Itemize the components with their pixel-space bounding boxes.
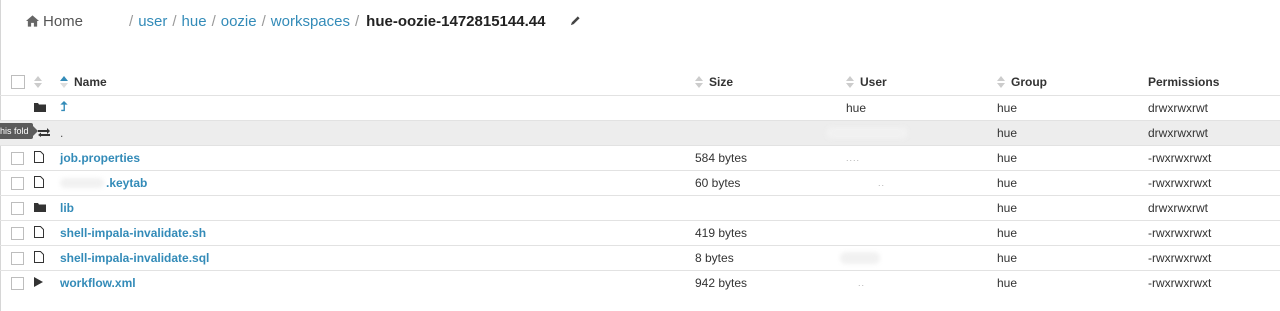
home-label: Home: [43, 12, 84, 30]
type-sort[interactable]: [34, 69, 42, 95]
user-column-header[interactable]: User: [846, 69, 887, 95]
permissions-column-header[interactable]: Permissions: [1148, 69, 1219, 95]
breadcrumb: Home / user / hue / oozie / workspaces /…: [26, 12, 582, 30]
row-user: ..: [858, 278, 866, 288]
file-link[interactable]: workflow.xml: [60, 276, 136, 290]
breadcrumb-separator: /: [261, 12, 266, 30]
file-link[interactable]: .keytab: [106, 176, 147, 190]
swap-icon: [38, 126, 50, 140]
row-checkbox[interactable]: [11, 226, 24, 240]
table-row[interactable]: .keytab 60 bytes .. hue -rwxrwxrwxt: [0, 170, 1280, 195]
row-permissions: drwxrwxrwt: [1148, 126, 1208, 140]
row-group: hue: [997, 276, 1018, 290]
table-row[interactable]: hue hue drwxrwxrwt: [0, 95, 1280, 120]
breadcrumb-separator: /: [211, 12, 216, 30]
table-row[interactable]: job.properties 584 bytes .... hue -rwxrw…: [0, 145, 1280, 170]
redacted-user: [826, 127, 908, 139]
row-permissions: -rwxrwxrwxt: [1148, 251, 1212, 265]
row-group: hue: [997, 151, 1018, 165]
row-group: hue: [997, 201, 1018, 215]
row-checkbox[interactable]: [11, 201, 24, 215]
row-group: hue: [997, 101, 1018, 115]
size-column-header[interactable]: Size: [695, 69, 733, 95]
file-icon: [34, 250, 44, 266]
row-group: hue: [997, 226, 1018, 240]
row-group: hue: [997, 126, 1018, 140]
home-link[interactable]: Home: [26, 13, 83, 30]
folder-icon: [34, 101, 46, 115]
breadcrumb-separator: /: [172, 12, 177, 30]
permissions-header-label: Permissions: [1148, 75, 1220, 89]
sort-icon: [997, 76, 1005, 88]
breadcrumb-separator: /: [354, 12, 360, 30]
row-permissions: drwxrwxrwt: [1148, 201, 1208, 215]
table-row[interactable]: workflow.xml 942 bytes .. hue -rwxrwxrwx…: [0, 270, 1280, 295]
table-header: Name Size User Group Permissions: [0, 69, 1280, 95]
breadcrumb-current: hue-oozie-1472815144.44: [366, 12, 546, 30]
row-group: hue: [997, 176, 1018, 190]
folder-icon: [34, 201, 46, 215]
file-link[interactable]: shell-impala-invalidate.sql: [60, 251, 209, 265]
parent-directory-link[interactable]: [60, 96, 68, 120]
file-link[interactable]: job.properties: [60, 151, 140, 165]
row-size: 60 bytes: [695, 176, 741, 190]
sort-asc-icon: [60, 76, 68, 88]
breadcrumb-workspaces[interactable]: workspaces: [271, 13, 350, 30]
table-row[interactable]: shell-impala-invalidate.sql 8 bytes hue …: [0, 245, 1280, 270]
pencil-icon[interactable]: [570, 15, 582, 27]
table-row[interactable]: lib hue drwxrwxrwt: [0, 195, 1280, 220]
tooltip: his fold: [0, 123, 37, 139]
row-permissions: -rwxrwxrwxt: [1148, 276, 1212, 290]
row-permissions: -rwxrwxrwxt: [1148, 176, 1212, 190]
file-link[interactable]: shell-impala-invalidate.sh: [60, 226, 206, 240]
row-permissions: -rwxrwxrwxt: [1148, 151, 1212, 165]
sort-icon: [695, 76, 703, 88]
level-up-icon: [60, 101, 68, 115]
current-folder-link[interactable]: .: [60, 126, 63, 140]
group-column-header[interactable]: Group: [997, 69, 1047, 95]
row-size: 8 bytes: [695, 251, 734, 265]
row-checkbox[interactable]: [11, 176, 24, 190]
play-icon: [34, 276, 43, 290]
row-group: hue: [997, 251, 1018, 265]
breadcrumb-hue[interactable]: hue: [182, 13, 207, 30]
breadcrumb-separator: /: [129, 12, 134, 30]
group-header-label: Group: [1011, 75, 1047, 89]
row-permissions: drwxrwxrwt: [1148, 101, 1208, 115]
redacted-user: [840, 252, 880, 264]
name-column-header[interactable]: Name: [60, 69, 107, 95]
row-size: 584 bytes: [695, 151, 748, 165]
row-checkbox[interactable]: [11, 151, 24, 165]
file-icon: [34, 175, 44, 191]
name-header-label: Name: [74, 75, 107, 89]
redacted-filename: [60, 178, 104, 188]
home-icon: [26, 15, 39, 27]
table-row[interactable]: shell-impala-invalidate.sh 419 bytes hue…: [0, 220, 1280, 245]
sort-icon: [846, 76, 854, 88]
select-all-checkbox[interactable]: [11, 75, 25, 89]
size-header-label: Size: [709, 75, 734, 89]
file-icon: [34, 225, 44, 241]
breadcrumb-user[interactable]: user: [138, 13, 167, 30]
row-size: 942 bytes: [695, 276, 748, 290]
row-size: 419 bytes: [695, 226, 748, 240]
breadcrumb-oozie[interactable]: oozie: [221, 13, 257, 30]
folder-link[interactable]: lib: [60, 201, 74, 215]
sort-icon: [34, 76, 42, 88]
row-user: ....: [846, 153, 861, 163]
row-checkbox[interactable]: [11, 251, 24, 265]
file-icon: [34, 150, 44, 166]
row-permissions: -rwxrwxrwxt: [1148, 226, 1212, 240]
file-table: Name Size User Group Permissions hue hue…: [0, 69, 1280, 295]
user-header-label: User: [860, 75, 887, 89]
table-row[interactable]: . hue drwxrwxrwt: [0, 120, 1280, 145]
row-checkbox[interactable]: [11, 276, 24, 290]
row-user: hue: [846, 101, 867, 115]
row-user: ..: [878, 178, 886, 188]
